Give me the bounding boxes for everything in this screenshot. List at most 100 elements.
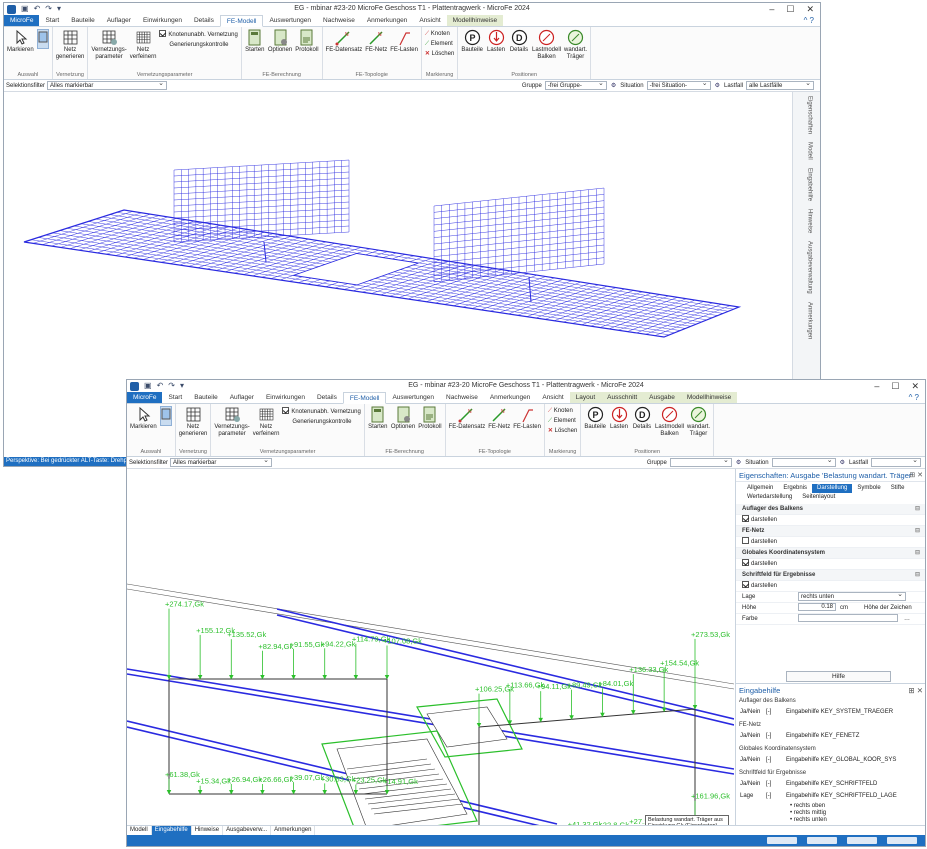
load-viewport[interactable]: +274.17,Gk +155.12,Gk +135.52,Gk +82.94,Gk +… bbox=[127, 469, 735, 846]
fe-lasten-button[interactable]: FE-Lasten bbox=[390, 29, 418, 54]
knotenunabh-checkbox[interactable]: Knotenunabh. Vernetzung bbox=[282, 407, 361, 416]
tab-ansicht[interactable]: Ansicht bbox=[413, 15, 446, 26]
status-button[interactable] bbox=[887, 837, 917, 844]
tab-details[interactable]: Details bbox=[188, 15, 220, 26]
tab-modellhinweise[interactable]: Modellhinweise bbox=[680, 392, 738, 403]
protokoll-button[interactable]: Protokoll bbox=[295, 29, 319, 54]
lastfall-select[interactable] bbox=[871, 457, 921, 467]
farbe-more-button[interactable]: … bbox=[904, 614, 910, 625]
tab-einwirkungen[interactable]: Einwirkungen bbox=[260, 392, 311, 403]
auflager-darstellen[interactable]: darstellen bbox=[736, 515, 925, 526]
lasten-button[interactable]: Lasten bbox=[609, 406, 629, 431]
side-tab-hinweise[interactable]: Hinweise bbox=[801, 205, 813, 237]
lastfall-select[interactable]: alle Lastfälle bbox=[746, 80, 814, 90]
bauteile-button[interactable]: P Bauteile bbox=[584, 406, 606, 431]
tab-bauteile[interactable]: Bauteile bbox=[188, 392, 224, 403]
select-mode-button[interactable] bbox=[159, 406, 172, 426]
help-icon[interactable]: ^ ? bbox=[798, 15, 820, 26]
element-button[interactable]: ⟋ Element bbox=[425, 40, 454, 48]
element-button[interactable]: ⟋ Element bbox=[548, 417, 577, 425]
tab-anmerkungen[interactable]: Anmerkungen bbox=[484, 392, 536, 403]
panel-tab-eingabehilfe[interactable]: Eingabehilfe bbox=[151, 826, 192, 835]
select-mode-button[interactable] bbox=[36, 29, 49, 49]
koordinatensystem-darstellen[interactable]: darstellen bbox=[736, 559, 925, 570]
fe-datensatz-button[interactable]: N FE-Datensatz bbox=[326, 29, 362, 54]
props-tab-symbole[interactable]: Symbole bbox=[852, 484, 885, 493]
netz-verfeinern-button[interactable]: Netz verfeinern bbox=[130, 29, 156, 61]
panel-tab-modell[interactable]: Modell bbox=[127, 826, 152, 835]
fe-netz-button[interactable]: N FE-Netz bbox=[488, 406, 510, 431]
generierungskontrolle-button[interactable]: Generierungskontrolle bbox=[282, 418, 360, 426]
optionen-button[interactable]: Optionen bbox=[268, 29, 292, 54]
fe-netz-button[interactable]: N FE-Netz bbox=[365, 29, 387, 54]
tab-ansicht[interactable]: Ansicht bbox=[536, 392, 569, 403]
tab-layout[interactable]: Layout bbox=[569, 392, 602, 403]
panel-tab-hinweise[interactable]: Hinweise bbox=[192, 826, 224, 835]
lasten-button[interactable]: Lasten bbox=[486, 29, 506, 54]
knoten-button[interactable]: ⟋ Knoten bbox=[548, 407, 577, 415]
status-button[interactable] bbox=[807, 837, 837, 844]
tab-anmerkungen[interactable]: Anmerkungen bbox=[361, 15, 413, 26]
props-tab-ergebnis[interactable]: Ergebnis bbox=[778, 484, 812, 493]
side-tab-anmerkungen[interactable]: Anmerkungen bbox=[801, 298, 813, 343]
tab-fe-modell[interactable]: FE-Modell bbox=[342, 392, 387, 404]
hoehe-input[interactable]: 0.18 bbox=[798, 603, 836, 611]
farbe-picker[interactable] bbox=[798, 614, 898, 622]
side-tab-eingabehilfe[interactable]: Eingabehilfe bbox=[801, 164, 813, 205]
close-icon[interactable]: ✕ bbox=[806, 3, 814, 15]
tab-auswertungen[interactable]: Auswertungen bbox=[386, 392, 440, 403]
status-button[interactable] bbox=[847, 837, 877, 844]
optionen-button[interactable]: Optionen bbox=[391, 406, 415, 431]
tab-auflager[interactable]: Auflager bbox=[101, 15, 137, 26]
status-button[interactable] bbox=[767, 837, 797, 844]
lastmodell-button[interactable]: Lastmodell Balken bbox=[532, 29, 561, 61]
tab-details[interactable]: Details bbox=[311, 392, 343, 403]
section-auflager[interactable]: Auflager des Balkens bbox=[736, 504, 925, 515]
tab-fe-modell[interactable]: FE-Modell bbox=[219, 15, 264, 27]
vernetzungsparameter-button[interactable]: Vernetzungs- parameter bbox=[91, 29, 127, 61]
gruppe-filter-icon[interactable]: ⚙ bbox=[736, 459, 741, 466]
props-tab-allgemein[interactable]: Allgemein bbox=[742, 484, 778, 493]
wandart-traeger-button[interactable]: wandart. Träger bbox=[564, 29, 587, 61]
maximize-icon[interactable]: ☐ bbox=[891, 380, 899, 392]
tab-bauteile[interactable]: Bauteile bbox=[65, 15, 101, 26]
gruppe-filter-icon[interactable]: ⚙ bbox=[611, 82, 616, 89]
details-button[interactable]: D Details bbox=[632, 406, 652, 431]
knotenunabh-checkbox[interactable]: Knotenunabh. Vernetzung bbox=[159, 30, 238, 39]
generierungskontrolle-button[interactable]: Generierungskontrolle bbox=[159, 41, 237, 49]
section-fe-netz[interactable]: FE-Netz bbox=[736, 526, 925, 537]
selektionsfilter-select[interactable]: Alles markierbar bbox=[170, 457, 273, 467]
fe-lasten-button[interactable]: FE-Lasten bbox=[513, 406, 541, 431]
tab-auflager[interactable]: Auflager bbox=[224, 392, 260, 403]
knoten-button[interactable]: ⟋ Knoten bbox=[425, 30, 454, 38]
situation-filter-icon[interactable]: ⚙ bbox=[840, 459, 845, 466]
markieren-button[interactable]: Markieren bbox=[130, 406, 157, 431]
wandart-traeger-button[interactable]: wandart. Träger bbox=[687, 406, 710, 438]
panel-tab-anmerkungen[interactable]: Anmerkungen bbox=[271, 826, 316, 835]
loeschen-button[interactable]: ✕ Löschen bbox=[425, 50, 454, 58]
fe-datensatz-button[interactable]: N FE-Datensatz bbox=[449, 406, 485, 431]
props-tab-seitenlayout[interactable]: Seitenlayout bbox=[797, 493, 840, 502]
starten-button[interactable]: Starten bbox=[245, 29, 265, 54]
bauteile-button[interactable]: P Bauteile bbox=[461, 29, 483, 54]
starten-button[interactable]: Starten bbox=[368, 406, 388, 431]
tab-auswertungen[interactable]: Auswertungen bbox=[263, 15, 317, 26]
tab-modellhinweise[interactable]: Modellhinweise bbox=[446, 15, 504, 26]
help-icon[interactable]: ^ ? bbox=[903, 392, 925, 403]
markieren-button[interactable]: Markieren bbox=[7, 29, 34, 54]
tab-einwirkungen[interactable]: Einwirkungen bbox=[137, 15, 188, 26]
tab-nachweise[interactable]: Nachweise bbox=[317, 15, 361, 26]
gruppe-select[interactable] bbox=[669, 457, 732, 467]
fe-netz-darstellen[interactable]: darstellen bbox=[736, 537, 925, 548]
props-tab-stifte[interactable]: Stifte bbox=[886, 484, 910, 493]
maximize-icon[interactable]: ☐ bbox=[786, 3, 794, 15]
tab-start[interactable]: Start bbox=[39, 15, 65, 26]
minimize-icon[interactable]: – bbox=[874, 380, 879, 392]
hilfe-button[interactable]: Hilfe bbox=[786, 671, 891, 682]
tab-ausgabe[interactable]: Ausgabe bbox=[643, 392, 681, 403]
tab-microfe[interactable]: MicroFe bbox=[127, 392, 163, 403]
situation-select[interactable]: -frei Situation- bbox=[646, 80, 711, 90]
panel-tab-ausgabeverw-[interactable]: Ausgabeverw... bbox=[223, 826, 272, 835]
situation-select[interactable] bbox=[771, 457, 836, 467]
netz-generieren-button[interactable]: Netz generieren bbox=[56, 29, 84, 61]
